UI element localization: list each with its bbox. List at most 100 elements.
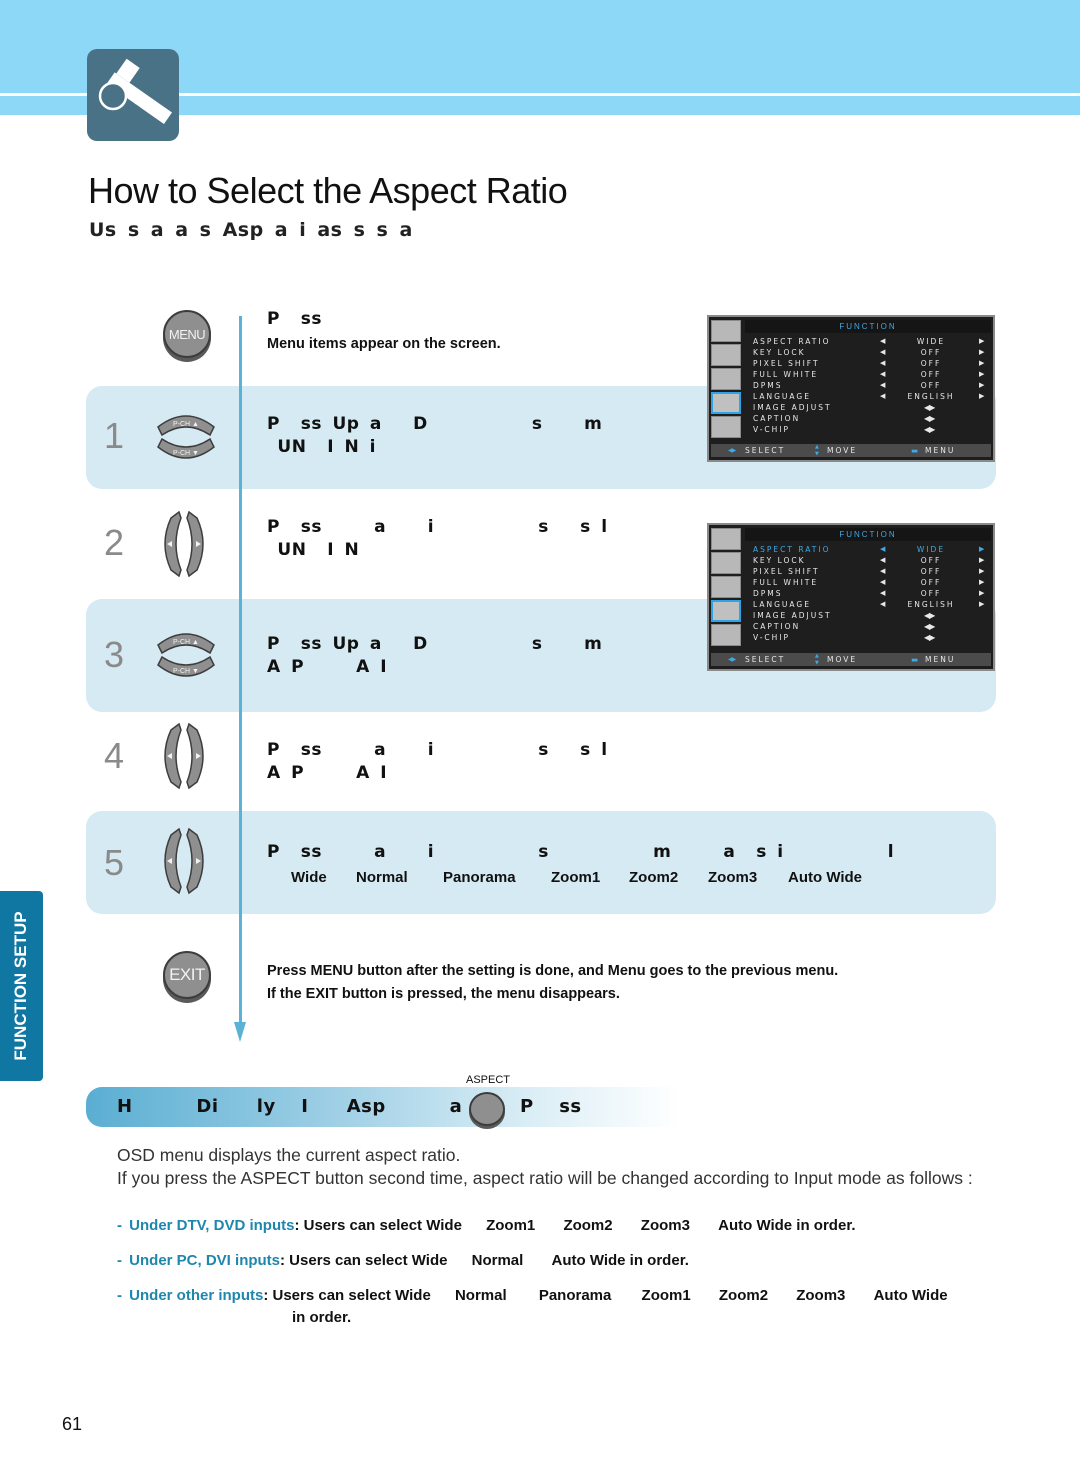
osd-footer-menu: MENU	[925, 655, 956, 664]
timeline-line	[239, 316, 242, 1028]
pch-button-icon[interactable]: P-CH ▲ P-CH ▼	[155, 409, 217, 465]
input-rule-pc-dvi: - Under PC, DVI inputs: Users can select…	[117, 1252, 689, 1269]
mode-item: Wide	[291, 869, 327, 886]
select-icon: ◀▶	[728, 447, 736, 454]
step-2-line2: UN I N	[267, 540, 360, 560]
aspect-button[interactable]	[469, 1092, 505, 1126]
section-side-tab-label: FUNCTION SETUP	[11, 911, 30, 1061]
osd-row-v-chip: V-CHIP ◀▶	[753, 425, 935, 434]
left-right-button-icon[interactable]	[157, 510, 211, 578]
osd-title: FUNCTION	[745, 528, 991, 541]
mode-item: Zoom2	[629, 869, 679, 886]
osd-row-pixel-shift: PIXEL SHIFT ◀ OFF ▶	[753, 359, 987, 368]
osd-footer-move: MOVE	[827, 446, 858, 455]
osd-footer-select: SELECT	[745, 655, 786, 664]
step-4-title: P ss a i s s l	[267, 740, 608, 760]
osd-footer-move: MOVE	[827, 655, 858, 664]
select-icon: ◀▶	[728, 656, 736, 663]
move-icon: ▲ ▼	[815, 653, 819, 666]
step-5-title: P ss a i s m a s i l	[267, 842, 895, 862]
mode-item: Panorama	[443, 869, 516, 886]
pch-up-label: P-CH ▲	[173, 421, 199, 428]
mode-item: Zoom3	[708, 869, 758, 886]
mode-item: Normal	[356, 869, 408, 886]
osd-row-language: LANGUAGE ◀ ENGLISH ▶	[753, 392, 987, 401]
osd-tab-active	[711, 392, 741, 414]
step-band-5	[86, 811, 996, 914]
exit-note-line1: Press MENU button after the setting is d…	[267, 963, 839, 979]
pch-down-label: P-CH ▼	[173, 450, 199, 457]
step-1-line2: UN I N i	[267, 437, 377, 457]
osd-row-pixel-shift: PIXEL SHIFT ◀ OFF ▶	[753, 567, 987, 576]
osd-tab	[711, 368, 741, 390]
osd-screen-function-menu: FUNCTION ASPECT RATIO ◀ WIDE ▶ KEY LOCK ◀ OFF…	[707, 315, 995, 462]
exit-note-line2: If the EXIT button is pressed, the menu …	[267, 986, 620, 1002]
pch-button-icon[interactable]: P-CH ▲ P-CH ▼	[155, 627, 217, 683]
direct-aspect-section-title: H Di ly I Asp a i P ss	[117, 1096, 582, 1117]
step-number: 3	[104, 634, 125, 675]
step-0-subtitle: Menu items appear on the screen.	[267, 336, 501, 352]
osd-row-aspect-ratio-selected: ASPECT RATIO ◀ WIDE ▶	[753, 545, 987, 554]
osd-row-caption: CAPTION ◀▶	[753, 414, 935, 423]
menu-button[interactable]: MENU	[163, 310, 211, 358]
page-number: 61	[62, 1414, 83, 1434]
step-number: 1	[104, 415, 125, 456]
step-number: 2	[104, 522, 125, 563]
osd-row-key-lock: KEY LOCK ◀ OFF ▶	[753, 348, 987, 357]
osd-tab	[711, 576, 741, 598]
osd-row-full-white: FULL WHITE ◀ OFF ▶	[753, 578, 987, 587]
osd-tab	[711, 624, 741, 646]
osd-row-full-white: FULL WHITE ◀ OFF ▶	[753, 370, 987, 379]
step-3-title: P ss Up a D s m	[267, 634, 603, 654]
exit-note: Press MENU button after the setting is d…	[267, 960, 838, 1006]
arrow-down-icon	[234, 1022, 246, 1042]
left-right-button-icon[interactable]	[157, 722, 211, 790]
direct-desc-line2: If you press the ASPECT button second ti…	[117, 1168, 973, 1188]
osd-row-dpms: DPMS ◀ OFF ▶	[753, 381, 987, 390]
osd-row-aspect-ratio: ASPECT RATIO ◀ WIDE ▶	[753, 337, 987, 346]
osd-row-key-lock: KEY LOCK ◀ OFF ▶	[753, 556, 987, 565]
osd-footer-menu: MENU	[925, 446, 956, 455]
step-0-title: P ss	[267, 309, 323, 329]
page-subtitle: Us s a a s Asp a i as s s a	[89, 219, 413, 241]
aspect-button-label: ASPECT	[466, 1074, 511, 1086]
osd-row-image-adjust: IMAGE ADJUST ◀▶	[753, 403, 935, 412]
osd-tab	[711, 416, 741, 438]
page-title: How to Select the Aspect Ratio	[88, 170, 568, 211]
pch-up-label: P-CH ▲	[173, 639, 199, 646]
step-2-title: P ss a i s s l	[267, 517, 608, 537]
input-rule-other: - Under other inputs: Users can select W…	[117, 1287, 948, 1304]
exit-button[interactable]: EXIT	[163, 951, 211, 999]
step-4-line2: A P A I	[267, 763, 388, 783]
aspect-mode-list: Wide Normal Panorama Zoom1 Zoom2 Zoom3 A…	[291, 869, 862, 886]
osd-row-image-adjust: IMAGE ADJUST ◀▶	[753, 611, 935, 620]
osd-tab	[711, 552, 741, 574]
wrench-icon	[87, 49, 179, 141]
pch-down-label: P-CH ▼	[173, 668, 199, 675]
mode-item: Auto Wide	[788, 869, 863, 886]
menu-icon: ▬	[911, 446, 921, 455]
osd-rows: ASPECT RATIO ◀ WIDE ▶ KEY LOCK ◀ OFF ▶ PIXEL S…	[753, 544, 991, 643]
direct-desc-line1: OSD menu displays the current aspect rat…	[117, 1145, 461, 1165]
osd-tab	[711, 528, 741, 550]
osd-title: FUNCTION	[745, 320, 991, 333]
step-1-title: P ss Up a D s m	[267, 414, 603, 434]
move-icon: ▲ ▼	[815, 444, 819, 457]
osd-tab-active	[711, 600, 741, 622]
osd-row-language: LANGUAGE ◀ ENGLISH ▶	[753, 600, 987, 609]
osd-row-caption: CAPTION ◀▶	[753, 622, 935, 631]
input-rule-other-continuation: in order.	[292, 1309, 352, 1326]
step-number: 5	[104, 842, 125, 883]
osd-screen-aspect-highlighted: FUNCTION ASPECT RATIO ◀ WIDE ▶ KEY LOCK ◀ OFF…	[707, 523, 995, 671]
osd-tab-column	[711, 528, 741, 648]
osd-footer: ◀▶ SELECT ▲ ▼ MOVE ▬ MENU	[711, 653, 991, 666]
input-rule-dtv-dvd: - Under DTV, DVD inputs: Users can selec…	[117, 1217, 856, 1234]
step-number: 4	[104, 735, 125, 776]
osd-row-dpms: DPMS ◀ OFF ▶	[753, 589, 987, 598]
osd-tab	[711, 320, 741, 342]
mode-item: Zoom1	[551, 869, 601, 886]
osd-footer-select: SELECT	[745, 446, 786, 455]
osd-tab	[711, 344, 741, 366]
osd-tab-column	[711, 320, 741, 440]
left-right-button-icon[interactable]	[157, 827, 211, 895]
